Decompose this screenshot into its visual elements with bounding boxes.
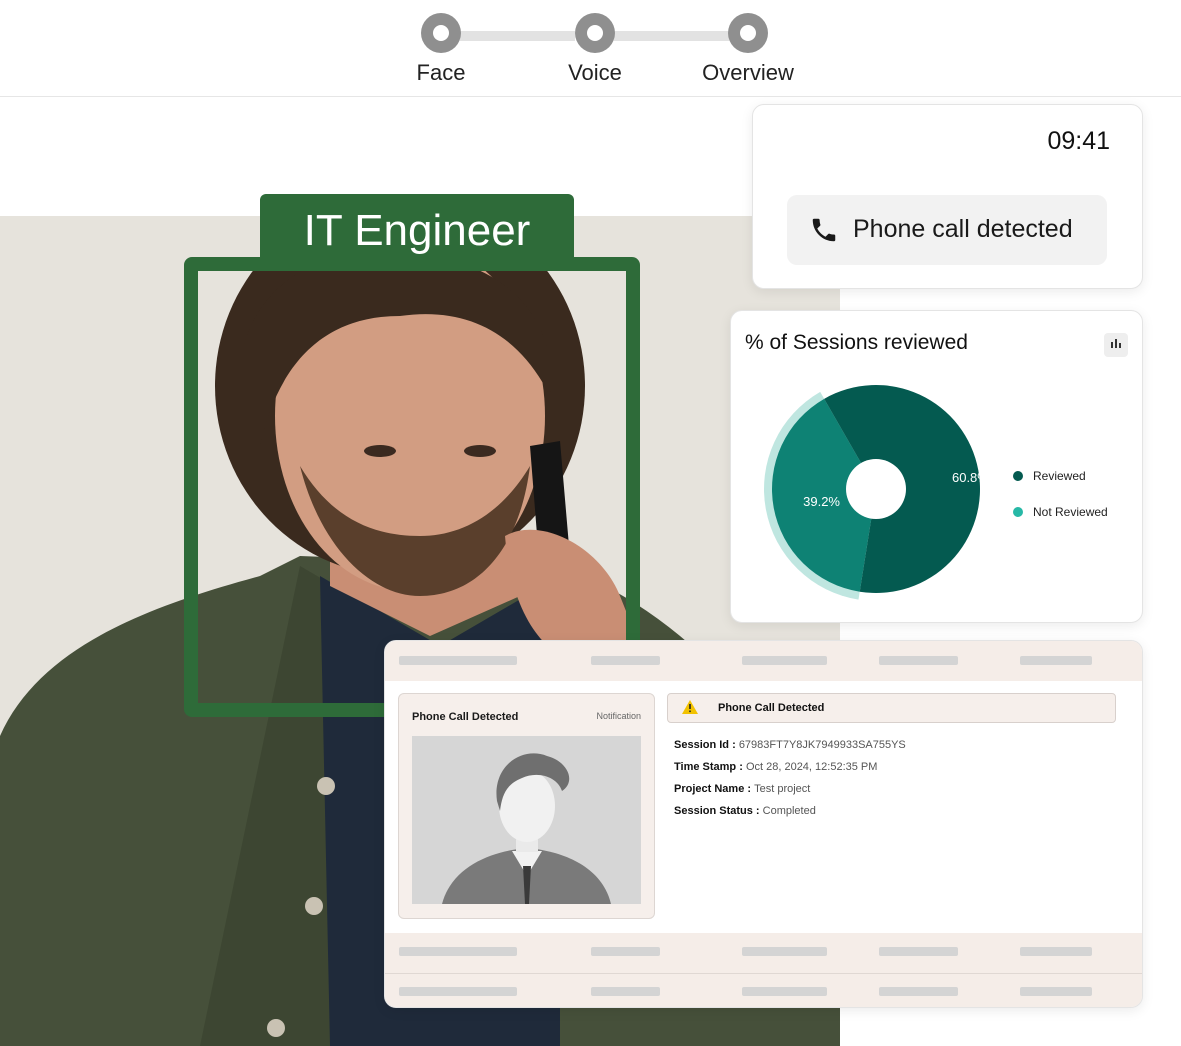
field-label: Project Name : [674, 783, 752, 795]
project-name-field: Project Name : Test project [674, 783, 810, 795]
field-label: Time Stamp : [674, 761, 743, 773]
step-face-dot[interactable] [421, 13, 461, 53]
donut-hole [846, 459, 906, 519]
legend-dot-reviewed [1013, 471, 1023, 481]
legend-label: Reviewed [1033, 469, 1086, 483]
placeholder-bar [1020, 656, 1092, 665]
step-voice-label[interactable]: Voice [525, 60, 665, 86]
field-value: Test project [754, 783, 811, 795]
notification-card[interactable]: Phone Call Detected Notification [398, 693, 655, 919]
sessions-reviewed-card: % of Sessions reviewed 39.2% 60.8% Review… [730, 310, 1143, 623]
field-value: 67983FT7Y8JK7949933SA755YS [738, 739, 906, 751]
placeholder-bar [742, 947, 827, 956]
placeholder-bar [399, 656, 517, 665]
placeholder-bar [591, 947, 660, 956]
alert-banner: Phone Call Detected [667, 693, 1116, 723]
pie-chart: 39.2% 60.8% [764, 385, 989, 600]
placeholder-bar [1020, 987, 1092, 996]
legend-not-reviewed: Not Reviewed [1013, 505, 1108, 519]
step-voice-dot[interactable] [575, 13, 615, 53]
placeholder-bar [399, 947, 517, 956]
placeholder-bar [742, 656, 827, 665]
person-silhouette-icon [412, 736, 641, 904]
notification-tag: Notification [596, 711, 641, 721]
field-value: Oct 28, 2024, 12:52:35 PM [745, 761, 878, 773]
placeholder-bar [742, 987, 827, 996]
placeholder-bar [879, 656, 958, 665]
placeholder-bar [879, 947, 958, 956]
legend-dot-not-reviewed [1013, 507, 1023, 517]
field-value: Completed [762, 805, 816, 817]
time-stamp-field: Time Stamp : Oct 28, 2024, 12:52:35 PM [674, 761, 877, 773]
progress-stepper: Face Voice Overview [0, 0, 1181, 97]
phone-alert-text: Phone call detected [853, 215, 1073, 243]
placeholder-bar [591, 656, 660, 665]
legend-reviewed: Reviewed [1013, 469, 1086, 483]
step-face-label[interactable]: Face [371, 60, 511, 86]
phone-alert-card: 09:41 Phone call detected [752, 104, 1143, 289]
step-connector [614, 31, 729, 41]
legend-label: Not Reviewed [1033, 505, 1108, 519]
placeholder-bar [591, 987, 660, 996]
warning-icon [682, 700, 698, 719]
session-detail-panel: Phone Call Detected Notification Phone C… [384, 640, 1143, 1008]
placeholder-bar [1020, 947, 1092, 956]
placeholder-bar [879, 987, 958, 996]
placeholder-bar [399, 987, 517, 996]
data-label-not-reviewed: 39.2% [803, 494, 840, 509]
phone-call-alert[interactable]: Phone call detected [787, 195, 1107, 265]
notification-title: Phone Call Detected [412, 711, 519, 723]
field-label: Session Status : [674, 805, 760, 817]
session-status-field: Session Status : Completed [674, 805, 816, 817]
field-label: Session Id : [674, 739, 736, 751]
role-label: IT Engineer [260, 194, 574, 264]
clock-time: 09:41 [1047, 127, 1110, 155]
phone-icon [809, 215, 839, 250]
alert-title: Phone Call Detected [718, 702, 825, 714]
step-connector [460, 31, 575, 41]
step-overview-dot[interactable] [728, 13, 768, 53]
session-id-field: Session Id : 67983FT7Y8JK7949933SA755YS [674, 739, 906, 751]
step-overview-label[interactable]: Overview [678, 60, 818, 86]
data-label-reviewed: 60.8% [952, 470, 989, 485]
